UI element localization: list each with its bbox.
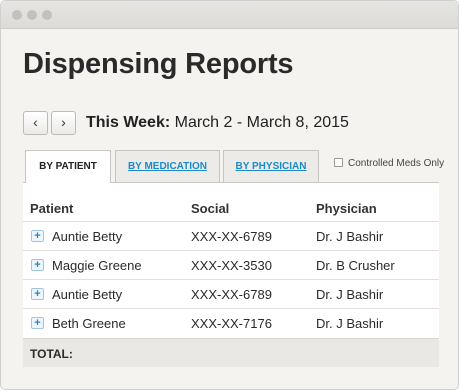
report-table: Patient Social Physician + Auntie Betty … [23,182,439,367]
window-maximize-dot[interactable] [42,10,52,20]
title-bar [1,1,458,29]
tab-by-medication[interactable]: BY MEDICATION [115,150,220,182]
table-total-row: TOTAL: [23,338,439,367]
expand-row-icon[interactable]: + [31,317,44,329]
patient-social: XXX-XX-6789 [191,229,272,244]
tab-by-patient[interactable]: BY PATIENT [25,150,111,183]
patient-social: XXX-XX-6789 [191,287,272,302]
expand-row-icon[interactable]: + [31,230,44,242]
patient-physician: Dr. B Crusher [316,258,395,273]
total-label: TOTAL: [30,347,73,361]
patient-physician: Dr. J Bashir [316,287,384,302]
patient-name: Auntie Betty [52,229,123,244]
patient-social: XXX-XX-7176 [191,316,272,331]
column-header-physician[interactable]: Physician [316,201,377,216]
previous-week-button[interactable]: ‹ [23,111,48,135]
column-header-patient[interactable]: Patient [30,201,73,216]
controlled-meds-label: Controlled Meds Only [348,158,445,169]
tab-by-physician[interactable]: BY PHYSICIAN [223,150,319,182]
week-label: This Week: [86,114,171,131]
patient-social: XXX-XX-3530 [191,258,272,273]
column-header-social[interactable]: Social [191,201,229,216]
app-window: Dispensing Reports ‹ › This Week: March … [0,0,459,390]
table-row[interactable]: + Beth Greene XXX-XX-7176 Dr. J Bashir [23,308,439,337]
window-close-dot[interactable] [12,10,22,20]
page-title: Dispensing Reports [23,48,294,80]
week-dates: March 2 - March 8, 2015 [174,114,349,131]
patient-physician: Dr. J Bashir [316,316,384,331]
table-row[interactable]: + Auntie Betty XXX-XX-6789 Dr. J Bashir [23,221,439,250]
tab-by-medication-label[interactable]: BY MEDICATION [128,161,207,172]
expand-row-icon[interactable]: + [31,288,44,300]
tab-by-physician-label[interactable]: BY PHYSICIAN [236,161,307,172]
week-range: This Week: March 2 - March 8, 2015 [86,114,349,132]
tab-by-patient-label: BY PATIENT [39,161,97,172]
controlled-meds-checkbox[interactable] [334,158,343,167]
controlled-meds-filter[interactable]: Controlled Meds Only [334,158,444,169]
patient-name: Beth Greene [52,316,126,331]
expand-row-icon[interactable]: + [31,259,44,271]
table-row[interactable]: + Auntie Betty XXX-XX-6789 Dr. J Bashir [23,279,439,308]
window-minimize-dot[interactable] [27,10,37,20]
table-row[interactable]: + Maggie Greene XXX-XX-3530 Dr. B Crushe… [23,250,439,279]
next-week-button[interactable]: › [51,111,76,135]
patient-name: Auntie Betty [52,287,123,302]
patient-name: Maggie Greene [52,258,142,273]
patient-physician: Dr. J Bashir [316,229,384,244]
